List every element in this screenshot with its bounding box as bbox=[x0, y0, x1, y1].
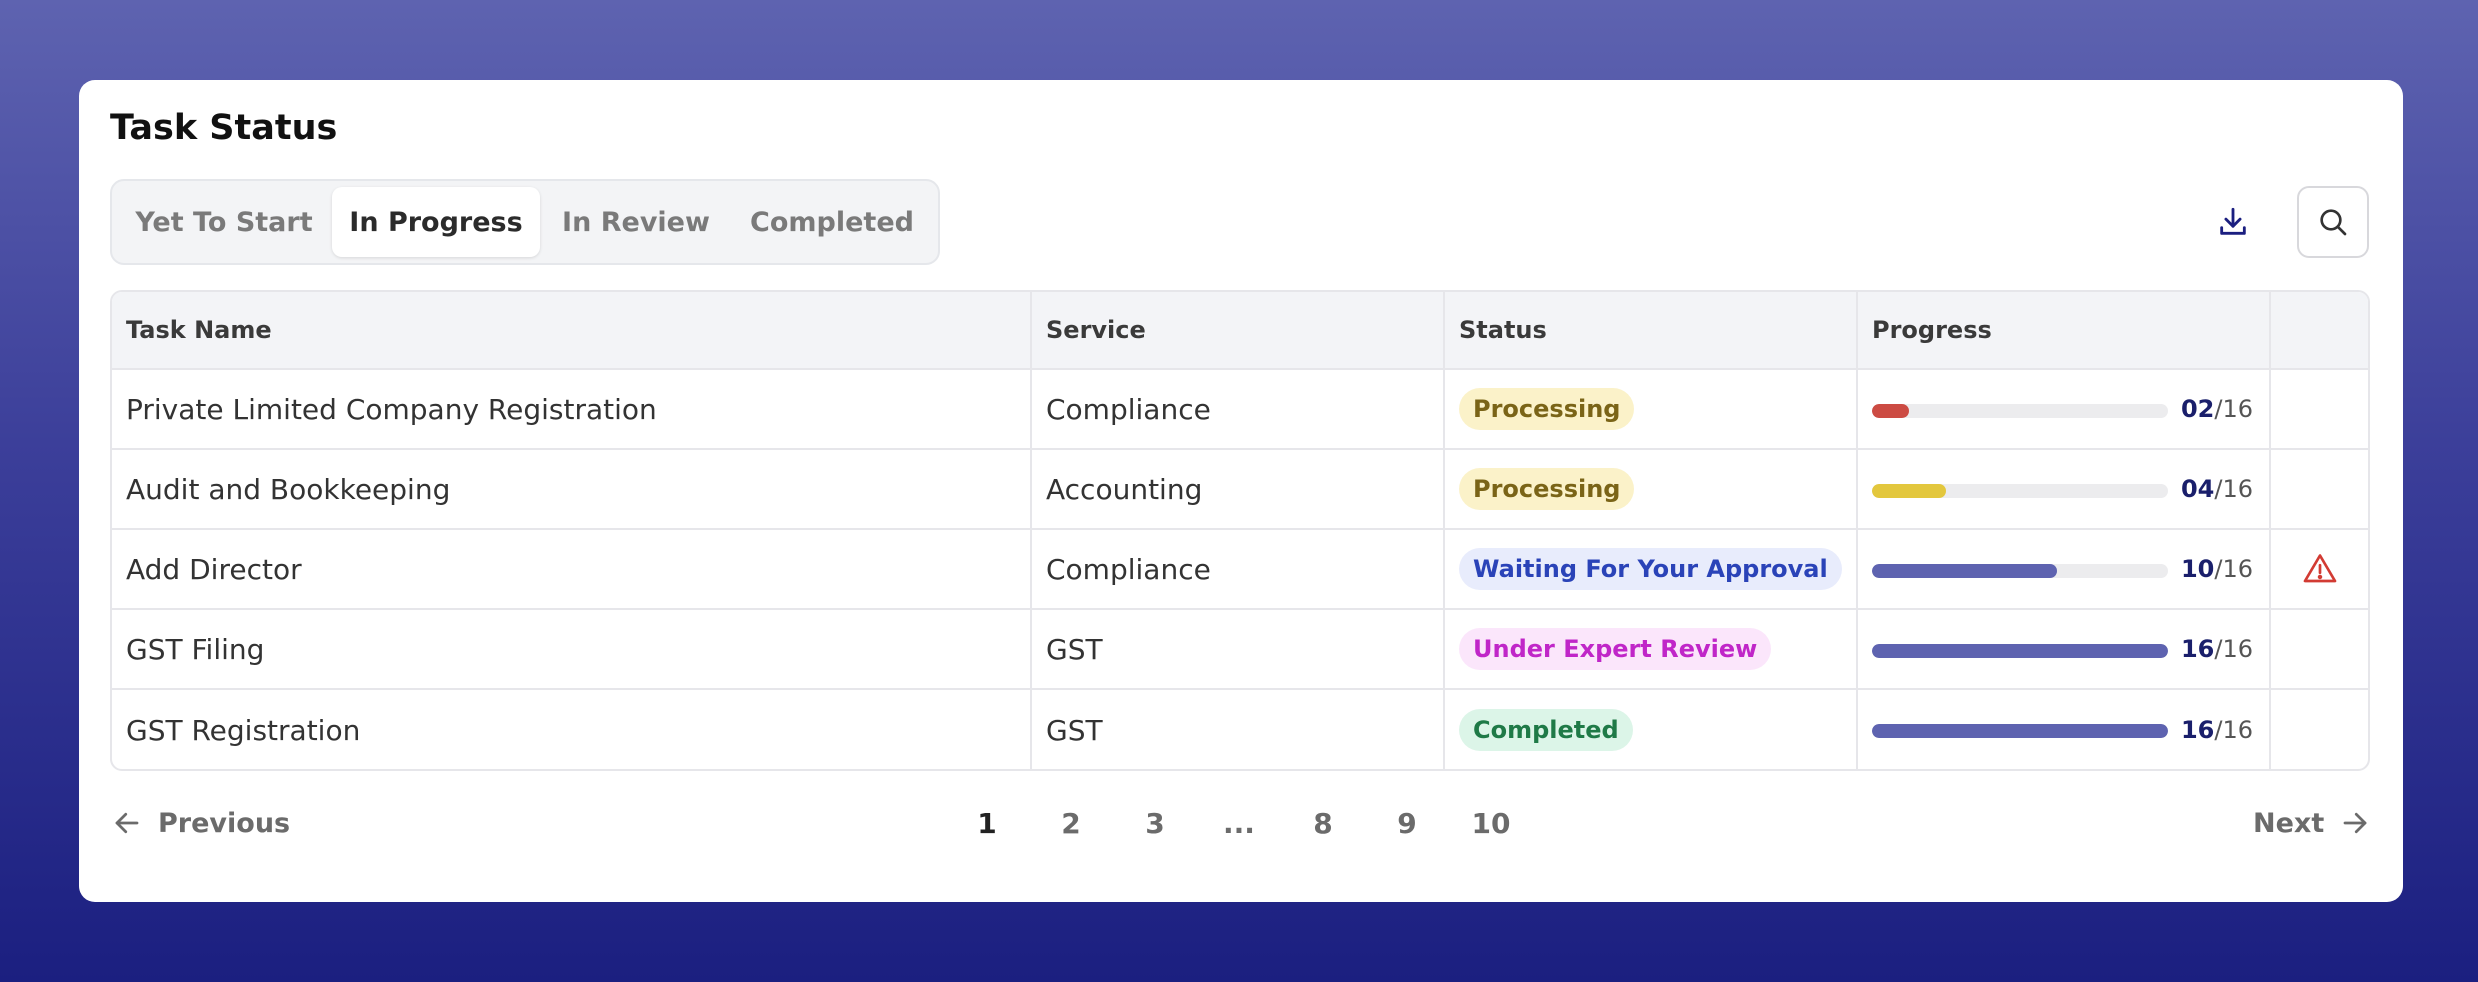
page-8[interactable]: 8 bbox=[1293, 798, 1353, 848]
tab-in-progress[interactable]: In Progress bbox=[332, 187, 540, 257]
task-name: Private Limited Company Registration bbox=[112, 370, 1032, 448]
search-button[interactable] bbox=[2297, 186, 2369, 258]
header-task-name: Task Name bbox=[112, 292, 1032, 368]
task-name: GST Filing bbox=[112, 610, 1032, 688]
task-table: Task Name Service Status Progress Privat… bbox=[110, 290, 2370, 771]
table-row[interactable]: Private Limited Company Registration Com… bbox=[112, 370, 2368, 450]
progress-fill bbox=[1872, 644, 2168, 658]
progress-count: 04/16 bbox=[2180, 475, 2253, 503]
download-button[interactable] bbox=[2197, 186, 2269, 258]
service-name: Compliance bbox=[1032, 530, 1445, 608]
header-actions bbox=[2271, 292, 2368, 368]
download-icon bbox=[2220, 207, 2246, 235]
task-name: Add Director bbox=[112, 530, 1032, 608]
action-cell bbox=[2271, 370, 2368, 448]
action-cell bbox=[2271, 690, 2368, 769]
task-name: Audit and Bookkeeping bbox=[112, 450, 1032, 528]
task-status-card: Task Status Yet To Start In Progress In … bbox=[79, 80, 2403, 902]
progress-bar bbox=[1872, 564, 2168, 578]
progress-cell: 02/16 bbox=[1858, 370, 2271, 448]
status-tabs: Yet To Start In Progress In Review Compl… bbox=[110, 179, 940, 265]
progress-count: 02/16 bbox=[2180, 395, 2253, 423]
table-row[interactable]: Audit and Bookkeeping Accounting Process… bbox=[112, 450, 2368, 530]
progress-cell: 04/16 bbox=[1858, 450, 2271, 528]
header-status: Status bbox=[1445, 292, 1858, 368]
progress-fill bbox=[1872, 724, 2168, 738]
page-10[interactable]: 10 bbox=[1461, 798, 1521, 848]
service-name: GST bbox=[1032, 610, 1445, 688]
tab-in-review[interactable]: In Review bbox=[546, 187, 726, 257]
tab-completed[interactable]: Completed bbox=[732, 187, 932, 257]
task-name: GST Registration bbox=[112, 690, 1032, 769]
status-badge: Under Expert Review bbox=[1459, 628, 1772, 670]
progress-count: 10/16 bbox=[2180, 555, 2253, 583]
status-badge: Processing bbox=[1459, 388, 1635, 430]
progress-bar bbox=[1872, 404, 2168, 418]
arrow-left-icon bbox=[115, 812, 139, 834]
service-name: Compliance bbox=[1032, 370, 1445, 448]
page-ellipsis: ... bbox=[1223, 806, 1255, 840]
table-row[interactable]: Add Director Compliance Waiting For Your… bbox=[112, 530, 2368, 610]
status-badge: Waiting For Your Approval bbox=[1459, 548, 1842, 590]
progress-bar bbox=[1872, 724, 2168, 738]
header-service: Service bbox=[1032, 292, 1445, 368]
search-icon bbox=[2320, 209, 2347, 236]
table-row[interactable]: GST Filing GST Under Expert Review 16/16 bbox=[112, 610, 2368, 690]
page-9[interactable]: 9 bbox=[1377, 798, 1437, 848]
warning-icon[interactable] bbox=[2302, 551, 2338, 587]
action-cell bbox=[2271, 450, 2368, 528]
progress-fill bbox=[1872, 484, 1946, 498]
next-page-button[interactable]: Next bbox=[2253, 798, 2370, 848]
page-1[interactable]: 1 bbox=[957, 798, 1017, 848]
progress-fill bbox=[1872, 564, 2057, 578]
tab-yet-to-start[interactable]: Yet To Start bbox=[122, 187, 326, 257]
progress-bar bbox=[1872, 484, 2168, 498]
previous-page-button[interactable]: Previous bbox=[112, 798, 290, 848]
header-progress: Progress bbox=[1858, 292, 2271, 368]
table-header-row: Task Name Service Status Progress bbox=[112, 292, 2368, 370]
progress-cell: 16/16 bbox=[1858, 610, 2271, 688]
arrow-right-icon bbox=[2343, 812, 2367, 834]
status-badge: Processing bbox=[1459, 468, 1635, 510]
page-2[interactable]: 2 bbox=[1041, 798, 1101, 848]
progress-fill bbox=[1872, 404, 1909, 418]
service-name: GST bbox=[1032, 690, 1445, 769]
next-label: Next bbox=[2253, 807, 2325, 839]
progress-bar bbox=[1872, 644, 2168, 658]
table-row[interactable]: GST Registration GST Completed 16/16 bbox=[112, 690, 2368, 769]
status-badge: Completed bbox=[1459, 709, 1633, 751]
progress-count: 16/16 bbox=[2180, 635, 2253, 663]
action-cell bbox=[2271, 610, 2368, 688]
progress-cell: 16/16 bbox=[1858, 690, 2271, 769]
page-title: Task Status bbox=[110, 108, 338, 148]
page-3[interactable]: 3 bbox=[1125, 798, 1185, 848]
progress-count: 16/16 bbox=[2180, 716, 2253, 744]
action-cell bbox=[2271, 530, 2368, 608]
progress-cell: 10/16 bbox=[1858, 530, 2271, 608]
previous-label: Previous bbox=[158, 807, 291, 839]
service-name: Accounting bbox=[1032, 450, 1445, 528]
